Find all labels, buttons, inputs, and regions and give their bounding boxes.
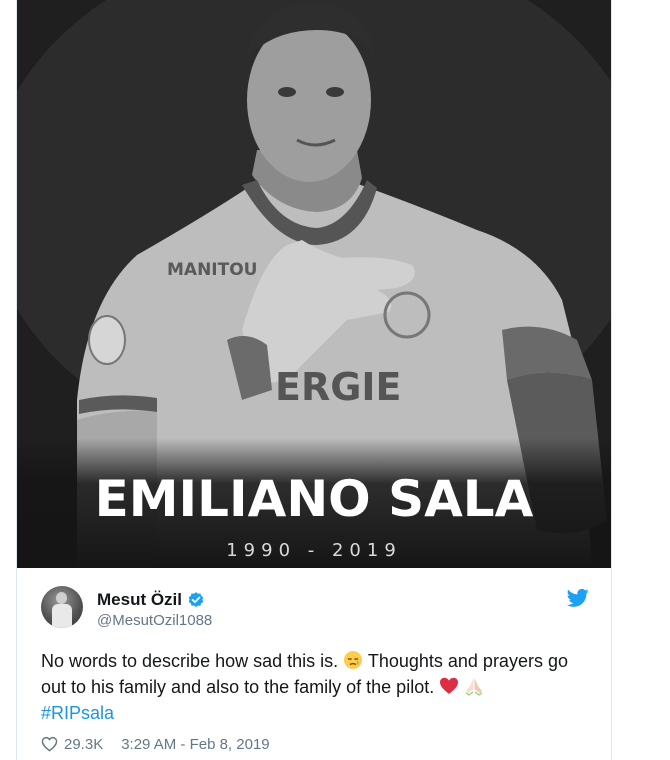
twitter-bird-icon[interactable]: [567, 588, 589, 608]
sad-relieved-face-icon: [344, 651, 363, 669]
verified-badge-icon: [188, 592, 204, 608]
chest-sponsor-text: ERGIE: [275, 365, 402, 409]
tweet-footer: 29.3K 3:29 AM - Feb 8, 2019: [41, 734, 270, 754]
tweet-media-image[interactable]: MANITOU ERGIE EMILIANO SALA 1990 - 2019: [17, 0, 611, 568]
author-handle[interactable]: @MesutOzil1088: [97, 612, 212, 629]
like-count[interactable]: 29.3K: [64, 736, 103, 753]
folded-hands-icon: [465, 678, 483, 696]
tweet-header: Mesut Özil @MesutOzil1088: [17, 568, 611, 640]
media-years: 1990 - 2019: [226, 540, 402, 561]
avatar[interactable]: [41, 586, 83, 628]
tweet-text-part1: No words to describe how sad this is.: [41, 651, 339, 671]
tweet-text: No words to describe how sad this is. Th…: [41, 648, 597, 726]
tweet-timestamp[interactable]: 3:29 AM - Feb 8, 2019: [121, 736, 269, 753]
like-heart-icon[interactable]: [41, 736, 58, 752]
author-display-name[interactable]: Mesut Özil: [97, 590, 205, 610]
red-heart-icon: [440, 677, 459, 694]
author-name-text[interactable]: Mesut Özil: [97, 590, 182, 610]
hashtag-link[interactable]: #RIPsala: [41, 703, 114, 723]
media-title: EMILIANO SALA: [94, 470, 534, 528]
tweet-card[interactable]: MANITOU ERGIE EMILIANO SALA 1990 - 2019 …: [16, 0, 612, 760]
sleeve-sponsor-text: MANITOU: [167, 260, 257, 280]
